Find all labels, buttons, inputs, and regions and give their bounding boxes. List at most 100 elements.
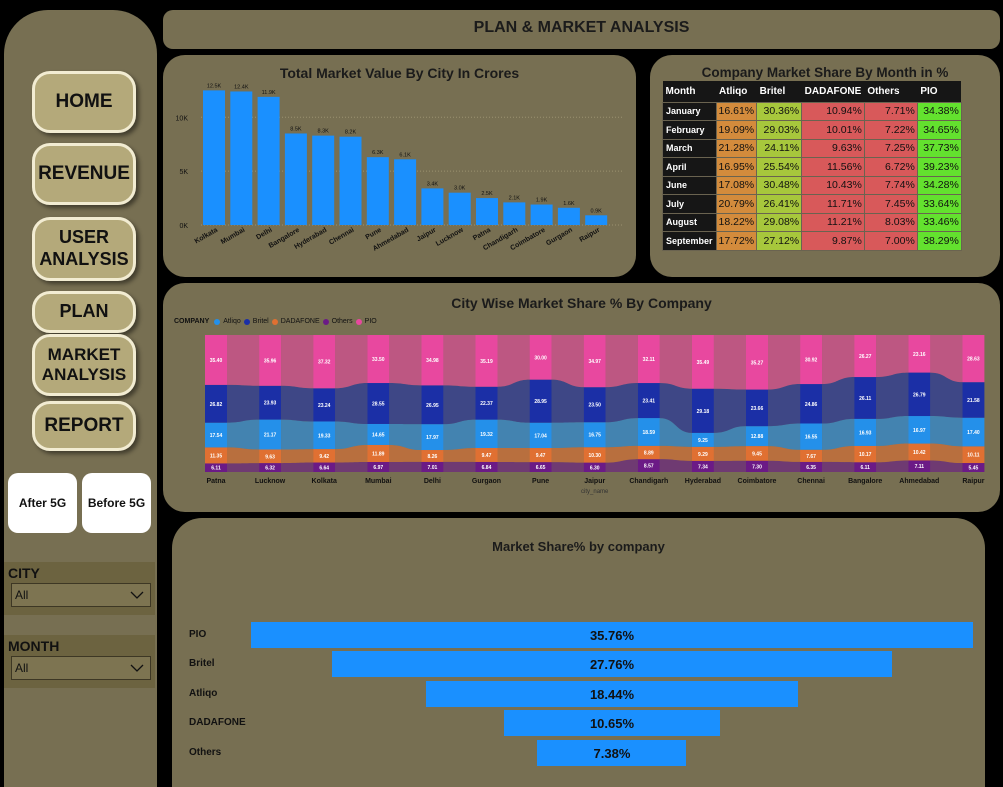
bar[interactable] <box>476 198 498 225</box>
table-cell: 18.22% <box>715 212 758 232</box>
ribbon-atliqo <box>497 419 530 449</box>
ribbon-atliqo <box>876 416 909 446</box>
table-month-cell: August <box>662 212 717 232</box>
nav-market-analysis-button[interactable]: MARKET ANALYSIS <box>32 334 136 396</box>
nav-plan-button[interactable]: PLAN <box>32 291 136 333</box>
month-dropdown[interactable]: All <box>11 656 151 680</box>
segment-label: 9.42 <box>319 454 329 460</box>
segment-label: 7.34 <box>698 464 708 470</box>
bar[interactable] <box>448 192 471 225</box>
segment-label: 30.92 <box>805 358 818 364</box>
segment-label: 17.40 <box>967 430 980 436</box>
bar[interactable] <box>312 135 335 225</box>
x-tick-label: Chennai <box>797 478 825 485</box>
table-cell: 16.95% <box>715 157 758 177</box>
market-value-chart: 0K 5K 10K 12.5K Kolkata 12.4K Mumbai 11.9K Delhi… <box>176 83 623 253</box>
bar[interactable] <box>557 207 580 225</box>
table-cell: 6.72% <box>863 157 918 177</box>
bar[interactable] <box>284 133 307 225</box>
x-tick-label: Hyderabad <box>685 478 721 485</box>
ribbon-atliqo <box>768 423 801 450</box>
ribbon-others <box>713 460 746 472</box>
after-5g-button[interactable]: After 5G <box>8 473 77 533</box>
y-tick-label: 10K <box>176 115 189 122</box>
x-tick-label: Mumbai <box>220 227 246 246</box>
bar[interactable] <box>339 136 362 225</box>
ribbon-dadafone <box>713 446 746 461</box>
segment-label: 7.67 <box>806 454 816 460</box>
bar[interactable] <box>203 90 225 225</box>
table-row: June 17.08% 30.48% 10.43% 7.74% 34.28% <box>662 175 962 195</box>
table-cell: 26.41% <box>756 194 803 214</box>
nav-home-button[interactable]: HOME <box>32 71 136 133</box>
ribbon-pio <box>389 335 422 386</box>
segment-label: 18.59 <box>643 430 656 436</box>
nav-user-analysis-button[interactable]: USER ANALYSIS <box>32 217 136 281</box>
before-5g-button[interactable]: Before 5G <box>82 473 151 533</box>
ribbon-britel <box>335 383 368 424</box>
segment-label: 26.27 <box>859 354 872 360</box>
segment-label: 10.42 <box>913 450 926 456</box>
bar[interactable] <box>366 157 389 225</box>
ribbon-britel <box>768 384 801 427</box>
before-5g-label: Before 5G <box>87 496 146 510</box>
bar-data-label: 8.5K <box>290 126 302 132</box>
bar-data-label: 12.5K <box>207 83 222 89</box>
bar[interactable] <box>503 202 526 225</box>
table-header-cell[interactable]: DADAFONE <box>801 81 865 102</box>
table-header-cell[interactable]: Britel <box>756 81 802 102</box>
bar[interactable] <box>257 96 280 225</box>
funnel-bar[interactable]: 7.38% <box>537 740 687 766</box>
table-header-cell[interactable]: Others <box>864 81 918 102</box>
bar[interactable] <box>585 215 608 225</box>
table-header-cell[interactable]: Month <box>662 81 717 102</box>
nav-revenue-button[interactable]: REVENUE <box>32 143 136 205</box>
month-filter: MONTH All <box>4 635 155 688</box>
segment-label: 35.49 <box>697 360 710 366</box>
ribbon-pio <box>659 335 692 389</box>
funnel-bar[interactable]: 18.44% <box>425 681 799 707</box>
x-tick-label: Gurgaon <box>472 478 501 485</box>
table-header-cell[interactable]: Atliqo <box>716 81 757 102</box>
ribbon-others <box>335 462 368 472</box>
x-tick-label: Chandigarh <box>629 478 668 485</box>
nav-market-analysis-label: MARKET ANALYSIS <box>41 344 127 384</box>
chevron-down-icon <box>130 664 144 672</box>
table-month-cell: September <box>662 231 717 251</box>
table-cell: 9.63% <box>801 138 865 158</box>
city-dropdown[interactable]: All <box>11 583 151 607</box>
bar[interactable] <box>530 204 553 225</box>
table-cell: 10.94% <box>801 101 865 121</box>
bar[interactable] <box>230 91 253 225</box>
bar[interactable] <box>394 159 417 225</box>
funnel-bar[interactable]: 27.76% <box>331 651 893 677</box>
funnel-category-label: DADAFONE <box>189 717 246 728</box>
nav-report-button[interactable]: REPORT <box>32 401 136 451</box>
segment-label: 29.18 <box>697 409 710 415</box>
bar-data-label: 3.4K <box>427 181 439 187</box>
funnel-bar[interactable]: 35.76% <box>251 622 973 648</box>
segment-label: 9.63 <box>265 454 275 460</box>
ribbon-dadafone <box>659 445 692 461</box>
ribbon-dadafone <box>281 449 314 464</box>
segment-label: 10.30 <box>588 453 601 459</box>
funnel-bar[interactable]: 10.65% <box>504 710 720 736</box>
segment-label: 35.40 <box>210 358 223 364</box>
segment-label: 9.45 <box>752 451 762 457</box>
table-header-cell[interactable]: PIO <box>917 81 962 102</box>
table-cell: 21.28% <box>715 138 758 158</box>
ribbon-others <box>876 460 909 472</box>
ribbon-others <box>497 461 530 472</box>
segment-label: 34.97 <box>588 359 601 365</box>
chevron-down-icon <box>130 591 144 599</box>
bar-data-label: 3.0K <box>454 186 466 192</box>
segment-label: 5.45 <box>969 466 979 472</box>
city-filter-label: CITY <box>8 565 40 581</box>
table-cell: 30.48% <box>756 175 803 195</box>
x-tick-label: Patna <box>472 227 492 243</box>
segment-label: 21.17 <box>264 433 277 439</box>
x-tick-label: Lucknow <box>435 226 465 248</box>
bar[interactable] <box>421 188 444 225</box>
bar-data-label: 12.4K <box>234 84 249 90</box>
x-tick-label: Pune <box>532 478 549 485</box>
